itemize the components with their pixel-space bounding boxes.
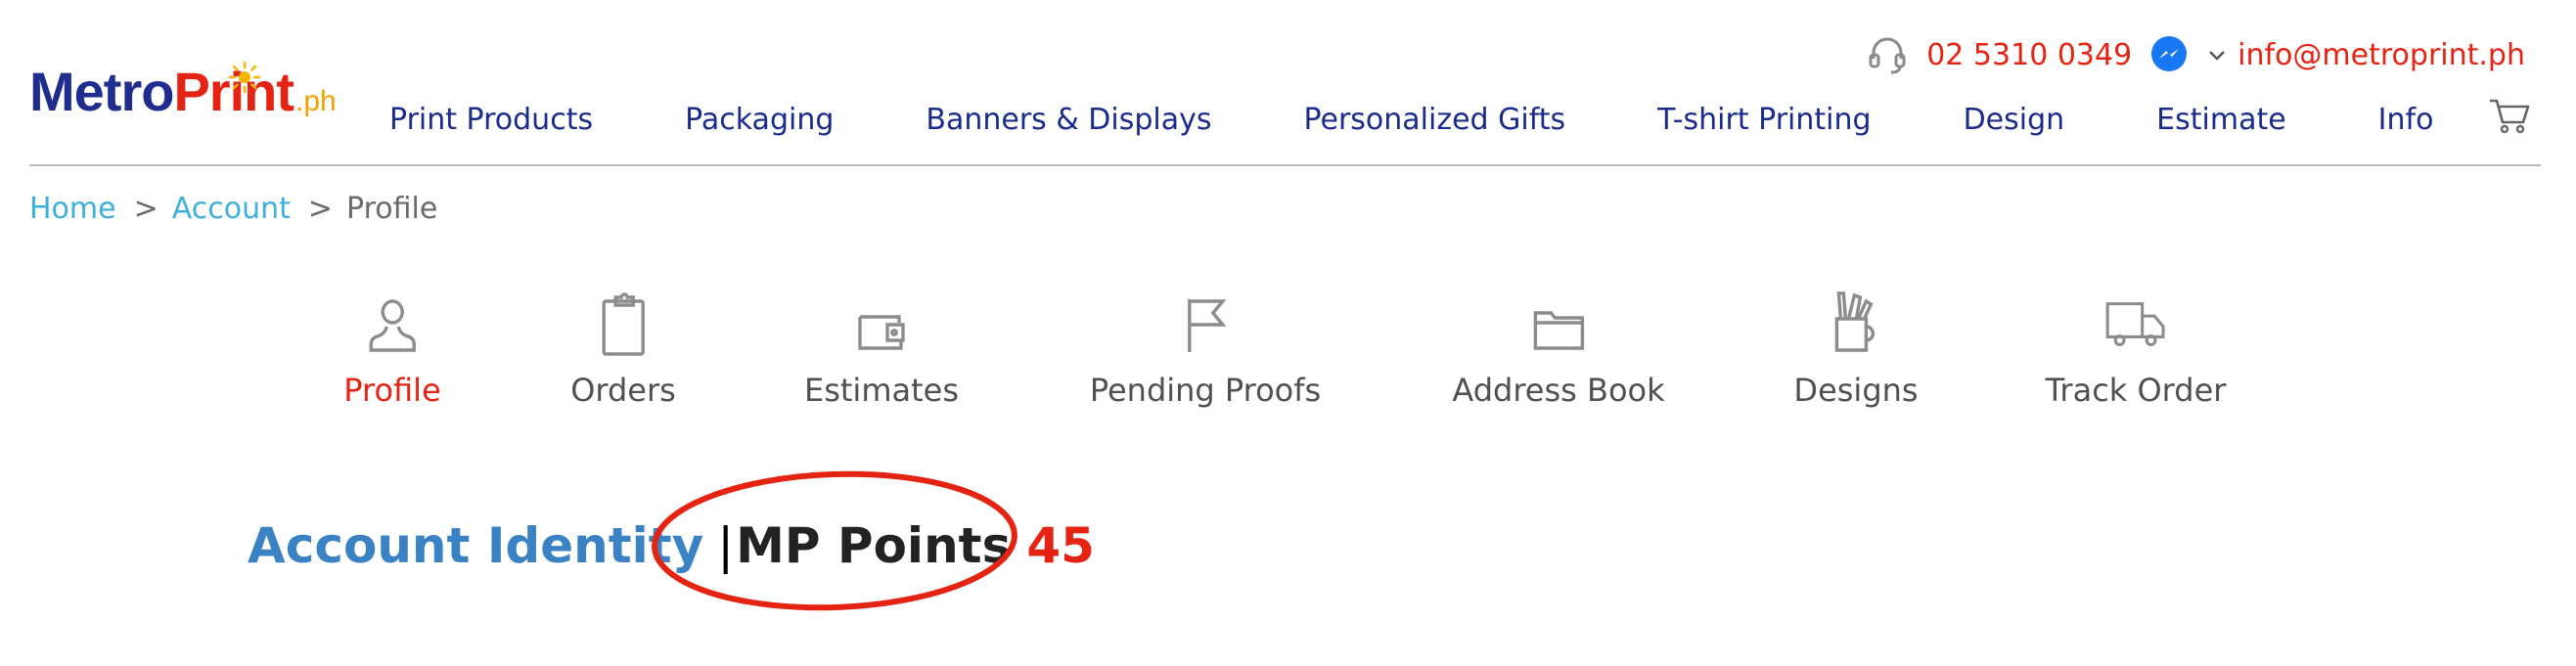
phone-number-link[interactable]: 02 5310 0349	[1926, 38, 2132, 72]
nav-packaging[interactable]: Packaging	[685, 103, 834, 137]
nav-tshirt-printing[interactable]: T-shirt Printing	[1657, 103, 1871, 137]
highlight-circle-annotation	[652, 470, 1017, 611]
breadcrumb-separator: >	[133, 192, 158, 226]
tab-track-order[interactable]: Track Order	[2045, 289, 2227, 409]
tab-profile[interactable]: Profile	[343, 289, 441, 409]
email-link[interactable]: info@metroprint.ph	[2237, 38, 2525, 72]
nav-personalized-gifts[interactable]: Personalized Gifts	[1303, 103, 1565, 137]
sun-icon	[228, 61, 261, 94]
logo-metro-text: Metro	[29, 61, 174, 122]
nav-info[interactable]: Info	[2378, 103, 2434, 137]
clipboard-icon	[602, 292, 645, 356]
tab-label: Address Book	[1452, 372, 1665, 409]
tab-label: Profile	[343, 372, 441, 409]
breadcrumb-separator: >	[307, 192, 334, 226]
metroprint-logo[interactable]: MetroPrint.ph	[29, 61, 342, 143]
logo-ph-text: .ph	[295, 85, 337, 117]
breadcrumb: Home > Account > Profile	[29, 192, 437, 226]
tab-designs[interactable]: Designs	[1793, 289, 1919, 409]
tab-label: Designs	[1793, 372, 1919, 409]
nav-print-products[interactable]: Print Products	[389, 103, 593, 137]
tab-orders[interactable]: Orders	[570, 289, 676, 409]
nav-design[interactable]: Design	[1964, 103, 2065, 137]
truck-icon	[2106, 302, 2165, 346]
nav-banners-displays[interactable]: Banners & Displays	[926, 103, 1211, 137]
cart-icon[interactable]	[2488, 96, 2531, 135]
tab-label: Pending Proofs	[1089, 372, 1322, 409]
messenger-icon[interactable]	[2149, 35, 2189, 74]
breadcrumb-current: Profile	[346, 192, 438, 226]
nav-estimate[interactable]: Estimate	[2156, 103, 2286, 137]
breadcrumb-home[interactable]: Home	[29, 192, 116, 226]
main-nav: Print Products Packaging Banners & Displ…	[389, 96, 2433, 143]
wallet-icon	[858, 315, 905, 350]
tab-pending-proofs[interactable]: Pending Proofs	[1090, 289, 1321, 409]
breadcrumb-account[interactable]: Account	[172, 192, 291, 226]
tab-label: Track Order	[2045, 372, 2227, 409]
mp-points-value: 45	[1026, 517, 1095, 574]
tab-label: Orders	[570, 372, 676, 409]
folder-icon	[1533, 311, 1584, 350]
headset-icon[interactable]	[1866, 33, 1909, 76]
tab-estimates[interactable]: Estimates	[804, 289, 959, 409]
tab-label: Estimates	[803, 372, 960, 409]
design-tools-cup-icon	[1834, 291, 1875, 352]
account-identity-title[interactable]: Account Identity	[248, 517, 703, 574]
tab-address-book[interactable]: Address Book	[1452, 289, 1665, 409]
user-icon	[369, 299, 416, 352]
chevron-down-icon[interactable]	[2206, 44, 2228, 66]
contact-bar: 02 5310 0349 info@metroprint.ph	[1866, 31, 2525, 78]
header-divider	[29, 164, 2541, 166]
flag-icon	[1188, 299, 1227, 352]
